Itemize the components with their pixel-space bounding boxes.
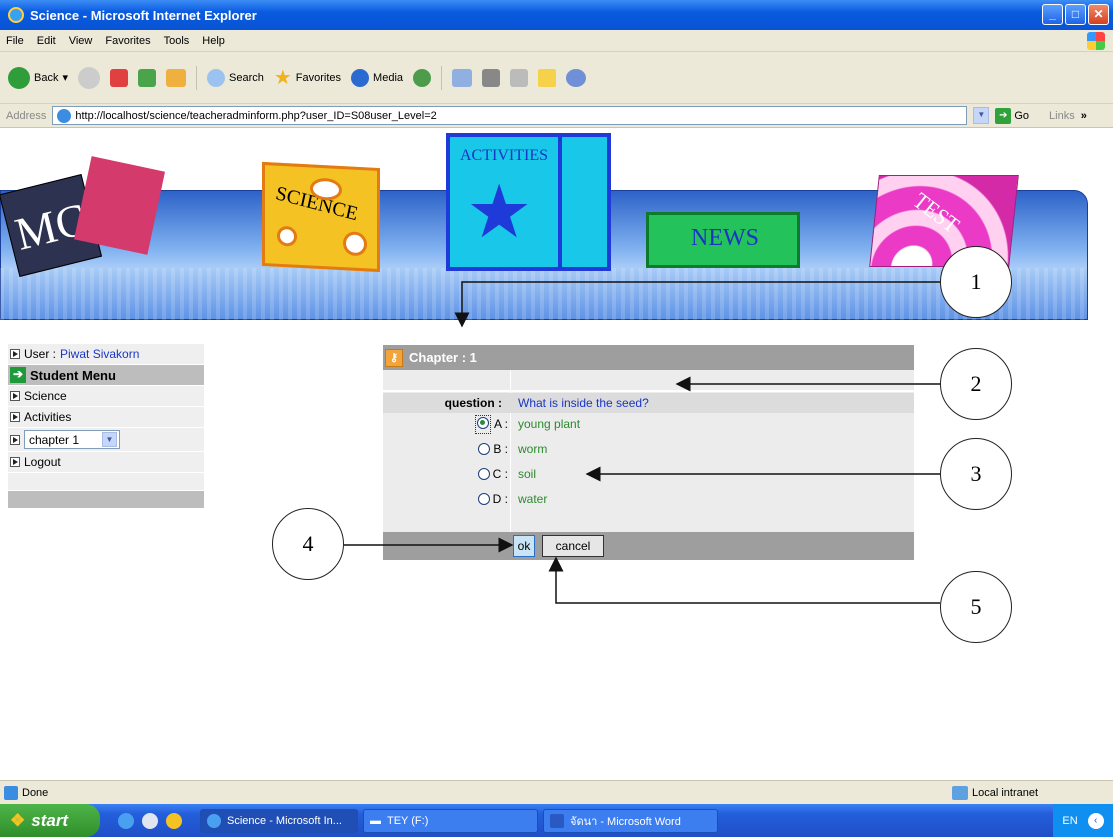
title-bar: Science - Microsoft Internet Explorer _ …	[0, 0, 1113, 30]
close-button[interactable]: ✕	[1088, 4, 1109, 25]
media-icon	[351, 68, 370, 87]
star-icon: ★	[273, 67, 292, 89]
toolbar-divider	[196, 65, 197, 90]
callout-5: 5	[940, 571, 1012, 643]
media-button[interactable]: Media	[351, 68, 404, 87]
back-button[interactable]: Back ▾	[8, 66, 68, 89]
callout-4: 4	[272, 508, 344, 580]
page-icon	[57, 108, 72, 123]
task-label: TEY (F:)	[387, 814, 429, 827]
word-icon	[550, 813, 564, 828]
ie-icon[interactable]	[118, 812, 134, 829]
back-label: Back	[34, 71, 59, 84]
computer-icon	[952, 785, 968, 800]
ie-icon	[207, 813, 221, 828]
windows-flag-icon: ❖	[10, 810, 26, 830]
forward-button[interactable]	[78, 66, 100, 89]
print-icon[interactable]	[482, 68, 501, 87]
desktop-icon[interactable]	[166, 812, 182, 829]
menu-bar: File Edit View Favorites Tools Help	[0, 30, 1113, 52]
search-icon	[207, 68, 225, 87]
media-label: Media	[373, 71, 404, 84]
taskbar: ❖ start Science - Microsoft In... ▬ TEY …	[0, 804, 1113, 837]
task-drive[interactable]: ▬ TEY (F:)	[363, 808, 538, 833]
history-icon[interactable]	[413, 68, 432, 87]
status-text: Done	[22, 786, 49, 799]
search-label: Search	[229, 71, 264, 84]
callout-3: 3	[940, 438, 1012, 510]
menu-help[interactable]: Help	[202, 35, 225, 47]
windows-flag-icon	[1087, 32, 1105, 50]
favorites-label: Favorites	[295, 71, 342, 84]
toolbar: Back ▾ Search ★ Favorites Media	[0, 52, 1113, 104]
callout-2: 2	[940, 348, 1012, 420]
favorites-button[interactable]: ★ Favorites	[274, 65, 341, 90]
address-dropdown-icon[interactable]: ▼	[973, 107, 990, 124]
zone-indicator: Local intranet	[952, 785, 1039, 800]
task-science-ie[interactable]: Science - Microsoft In...	[200, 808, 358, 833]
address-label: Address	[6, 109, 47, 122]
minimize-button[interactable]: _	[1042, 4, 1063, 25]
callout-1: 1	[940, 246, 1012, 318]
status-bar: Done Local intranet	[0, 780, 1113, 804]
callout-1-arrow	[454, 281, 940, 328]
discuss-icon[interactable]	[538, 68, 557, 87]
media-player-icon[interactable]	[142, 812, 158, 829]
start-label: start	[31, 810, 69, 830]
menu-tools[interactable]: Tools	[164, 35, 190, 47]
address-bar: Address http://localhost/science/teacher…	[0, 104, 1113, 128]
quick-launch	[118, 812, 182, 829]
links-label[interactable]: Links	[1049, 110, 1075, 122]
maximize-button[interactable]: □	[1065, 4, 1086, 25]
task-word[interactable]: จัดนา - Microsoft Word	[543, 808, 718, 833]
address-url: http://localhost/science/teacheradminfor…	[75, 109, 437, 122]
menu-favorites[interactable]: Favorites	[105, 35, 150, 47]
go-label: Go	[1014, 109, 1030, 122]
address-input[interactable]: http://localhost/science/teacheradminfor…	[52, 106, 968, 125]
menu-edit[interactable]: Edit	[37, 35, 56, 47]
task-label: Science - Microsoft In...	[227, 814, 342, 827]
toolbar-divider	[441, 65, 443, 90]
back-arrow-icon	[8, 66, 30, 89]
page-icon	[4, 785, 18, 800]
window-title: Science - Microsoft Internet Explorer	[30, 7, 257, 23]
messenger-icon[interactable]	[566, 68, 587, 87]
mail-icon[interactable]	[452, 68, 473, 87]
home-icon[interactable]	[166, 68, 186, 87]
system-tray: EN ‹	[1053, 804, 1113, 837]
start-button[interactable]: ❖ start	[0, 804, 100, 837]
drive-icon: ▬	[370, 814, 381, 827]
search-button[interactable]: Search	[207, 68, 264, 87]
callout-5-arrow	[548, 556, 940, 604]
language-indicator[interactable]: EN	[1062, 815, 1077, 827]
chevron-down-icon: ▾	[62, 72, 68, 84]
stop-icon[interactable]	[110, 68, 128, 87]
edit-icon[interactable]	[510, 68, 529, 87]
ie-icon	[8, 7, 24, 23]
menu-file[interactable]: File	[6, 35, 24, 47]
go-button[interactable]: ➔ Go	[995, 107, 1030, 124]
web-content: MC SCIENCE ACTIVITIES ★ NEWS TEST User :…	[0, 128, 1113, 780]
chevron-right-icon[interactable]: »	[1081, 110, 1087, 122]
zone-text: Local intranet	[972, 786, 1039, 799]
task-label: จัดนา - Microsoft Word	[570, 815, 681, 828]
tray-arrow-icon[interactable]: ‹	[1087, 812, 1104, 829]
go-arrow-icon: ➔	[995, 107, 1012, 124]
menu-view[interactable]: View	[69, 35, 93, 47]
refresh-icon[interactable]	[138, 68, 156, 87]
